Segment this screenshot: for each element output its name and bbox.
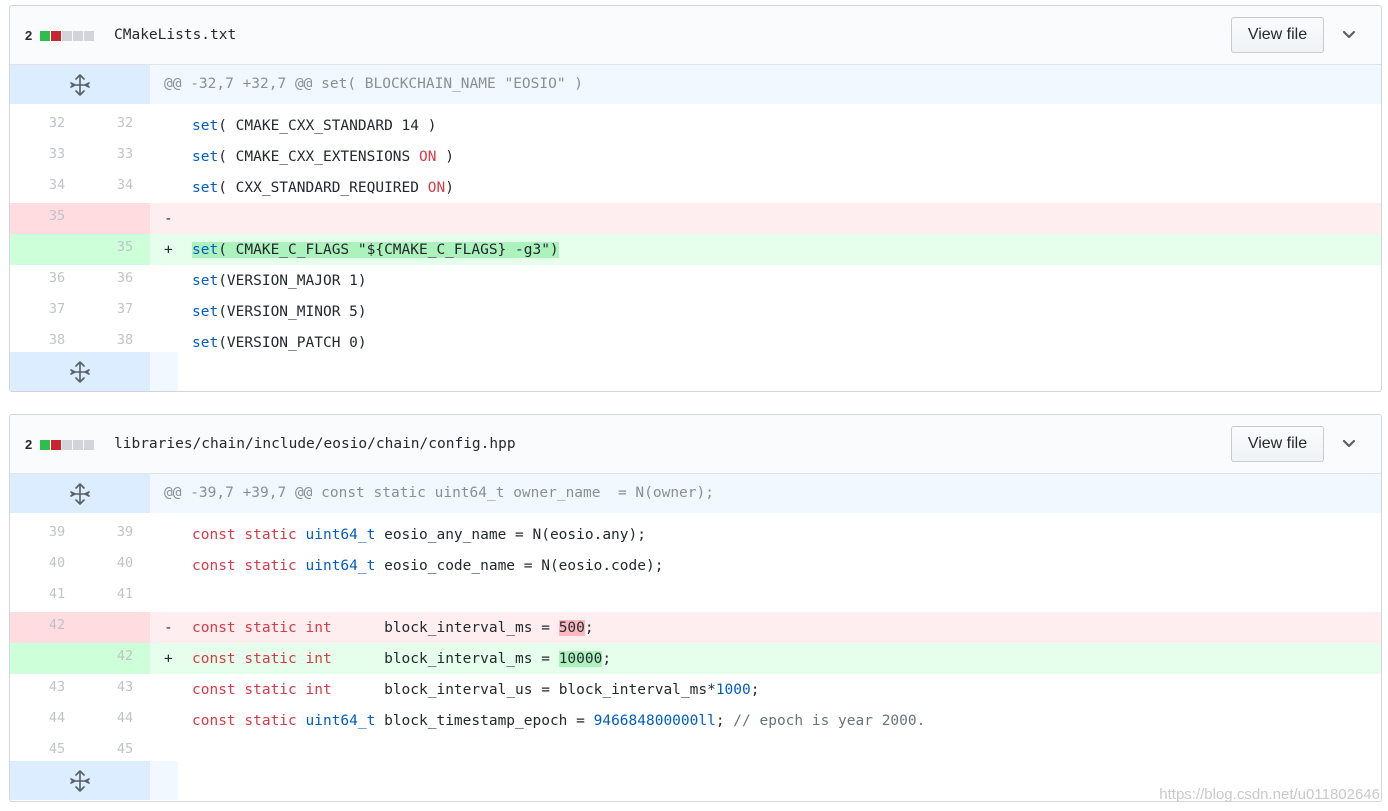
code-text: const static uint64_t block_timestamp_ep… — [192, 713, 926, 729]
code-text: const static int block_interval_us = blo… — [192, 682, 760, 698]
chevron-down-icon[interactable] — [1339, 25, 1359, 45]
old-line-number[interactable]: 41 — [22, 581, 92, 612]
new-line-number[interactable]: 36 — [90, 265, 160, 296]
diff-file: 2 CMakeLists.txt View file @@ -32,7 +32,… — [9, 5, 1382, 392]
view-file-button[interactable]: View file — [1231, 426, 1324, 462]
code-text: set( CXX_STANDARD_REQUIRED ON) — [192, 180, 454, 196]
code-text: const static uint64_t eosio_code_name = … — [192, 558, 664, 574]
new-line-number[interactable]: 34 — [90, 172, 160, 203]
context-line: 43 43 const static int block_interval_us =… — [10, 674, 1381, 705]
expand-gutter-bottom[interactable] — [10, 352, 178, 391]
diffstat: 2 — [25, 415, 104, 474]
old-line-number[interactable]: 37 — [22, 296, 92, 327]
added-line: 35 + set( CMAKE_C_FLAGS "${CMAKE_C_FLAGS} … — [10, 234, 1381, 265]
new-line-number[interactable]: 32 — [90, 110, 160, 141]
new-line-number[interactable]: 35 — [90, 234, 160, 265]
old-line-number[interactable] — [22, 234, 92, 265]
context-line: 39 39 const static uint64_t eosio_any_name… — [10, 519, 1381, 550]
new-line-number[interactable]: 39 — [90, 519, 160, 550]
diffstat: 2 — [25, 6, 104, 65]
new-line-number[interactable]: 43 — [90, 674, 160, 705]
diff-sign: + — [164, 242, 173, 258]
new-line-number[interactable]: 40 — [90, 550, 160, 581]
code-text: set( CMAKE_C_FLAGS "${CMAKE_C_FLAGS} -g3… — [192, 242, 559, 258]
expand-gutter-bottom[interactable] — [10, 761, 178, 800]
diff-sign: - — [164, 620, 173, 636]
file-path[interactable]: libraries/chain/include/eosio/chain/conf… — [114, 415, 516, 474]
old-line-number[interactable]: 44 — [22, 705, 92, 736]
unfold-icon[interactable] — [69, 483, 91, 505]
diff-count: 2 — [25, 437, 33, 452]
file-header: 2 libraries/chain/include/eosio/chain/co… — [10, 415, 1381, 474]
context-line: 44 44 const static uint64_t block_timestam… — [10, 705, 1381, 736]
hunk-header-text: @@ -39,7 +39,7 @@ const static uint64_t … — [150, 474, 1381, 513]
chevron-down-icon[interactable] — [1339, 434, 1359, 454]
diff-sign: - — [164, 211, 173, 227]
unfold-icon[interactable] — [69, 74, 91, 96]
old-line-number[interactable]: 43 — [22, 674, 92, 705]
diff-file: 2 libraries/chain/include/eosio/chain/co… — [9, 414, 1382, 802]
unfold-icon[interactable] — [69, 361, 91, 383]
hunk-header-text: @@ -32,7 +32,7 @@ set( BLOCKCHAIN_NAME "… — [150, 65, 1381, 104]
code-text: const static uint64_t eosio_any_name = N… — [192, 527, 646, 543]
context-line: 38 38 set(VERSION_PATCH 0) — [10, 327, 1381, 358]
context-line: 41 41 — [10, 581, 1381, 612]
code-text: const static int block_interval_ms = 500… — [192, 620, 594, 636]
diff-count: 2 — [25, 28, 33, 43]
code-text: set(VERSION_MINOR 5) — [192, 304, 367, 320]
expand-gutter[interactable] — [10, 65, 150, 104]
diffstat-blocks — [40, 30, 95, 41]
new-line-number[interactable]: 41 — [90, 581, 160, 612]
context-line: 34 34 set( CXX_STANDARD_REQUIRED ON) — [10, 172, 1381, 203]
watermark: https://blog.csdn.net/u011802646 — [1159, 786, 1380, 803]
old-line-number[interactable]: 34 — [22, 172, 92, 203]
new-line-number[interactable]: 33 — [90, 141, 160, 172]
old-line-number[interactable] — [22, 643, 92, 674]
deleted-line: 35 - — [10, 203, 1381, 234]
context-line: 36 36 set(VERSION_MAJOR 1) — [10, 265, 1381, 296]
code-text: const static int block_interval_ms = 100… — [192, 651, 612, 667]
old-line-number[interactable]: 36 — [22, 265, 92, 296]
old-line-number[interactable]: 33 — [22, 141, 92, 172]
code-text: set( CMAKE_CXX_EXTENSIONS ON ) — [192, 149, 454, 165]
diffstat-blocks — [40, 439, 95, 450]
hunk-header: @@ -32,7 +32,7 @@ set( BLOCKCHAIN_NAME "… — [10, 65, 1381, 104]
expand-gutter[interactable] — [10, 474, 150, 513]
new-line-number[interactable]: 42 — [90, 643, 160, 674]
hunk-header: @@ -39,7 +39,7 @@ const static uint64_t … — [10, 474, 1381, 513]
old-line-number[interactable]: 40 — [22, 550, 92, 581]
context-line: 32 32 set( CMAKE_CXX_STANDARD 14 ) — [10, 110, 1381, 141]
old-line-number[interactable]: 32 — [22, 110, 92, 141]
new-line-number[interactable] — [90, 612, 160, 643]
old-line-number[interactable]: 35 — [22, 203, 92, 234]
unfold-icon[interactable] — [69, 770, 91, 792]
view-file-button[interactable]: View file — [1231, 17, 1324, 53]
new-line-number[interactable]: 37 — [90, 296, 160, 327]
old-line-number[interactable]: 39 — [22, 519, 92, 550]
file-header: 2 CMakeLists.txt View file — [10, 6, 1381, 65]
context-line: 37 37 set(VERSION_MINOR 5) — [10, 296, 1381, 327]
context-line: 33 33 set( CMAKE_CXX_EXTENSIONS ON ) — [10, 141, 1381, 172]
old-line-number[interactable]: 42 — [22, 612, 92, 643]
code-text: set(VERSION_MAJOR 1) — [192, 273, 367, 289]
context-line: 40 40 const static uint64_t eosio_code_nam… — [10, 550, 1381, 581]
diff-sign: + — [164, 651, 173, 667]
new-line-number[interactable]: 44 — [90, 705, 160, 736]
code-text: set( CMAKE_CXX_STANDARD 14 ) — [192, 118, 437, 134]
code-text: set(VERSION_PATCH 0) — [192, 335, 367, 351]
file-path[interactable]: CMakeLists.txt — [114, 6, 236, 65]
new-line-number[interactable] — [90, 203, 160, 234]
added-line: 42 + const static int block_interval_ms = … — [10, 643, 1381, 674]
deleted-line: 42 - const static int block_interval_ms = … — [10, 612, 1381, 643]
context-line: 45 45 — [10, 736, 1381, 767]
